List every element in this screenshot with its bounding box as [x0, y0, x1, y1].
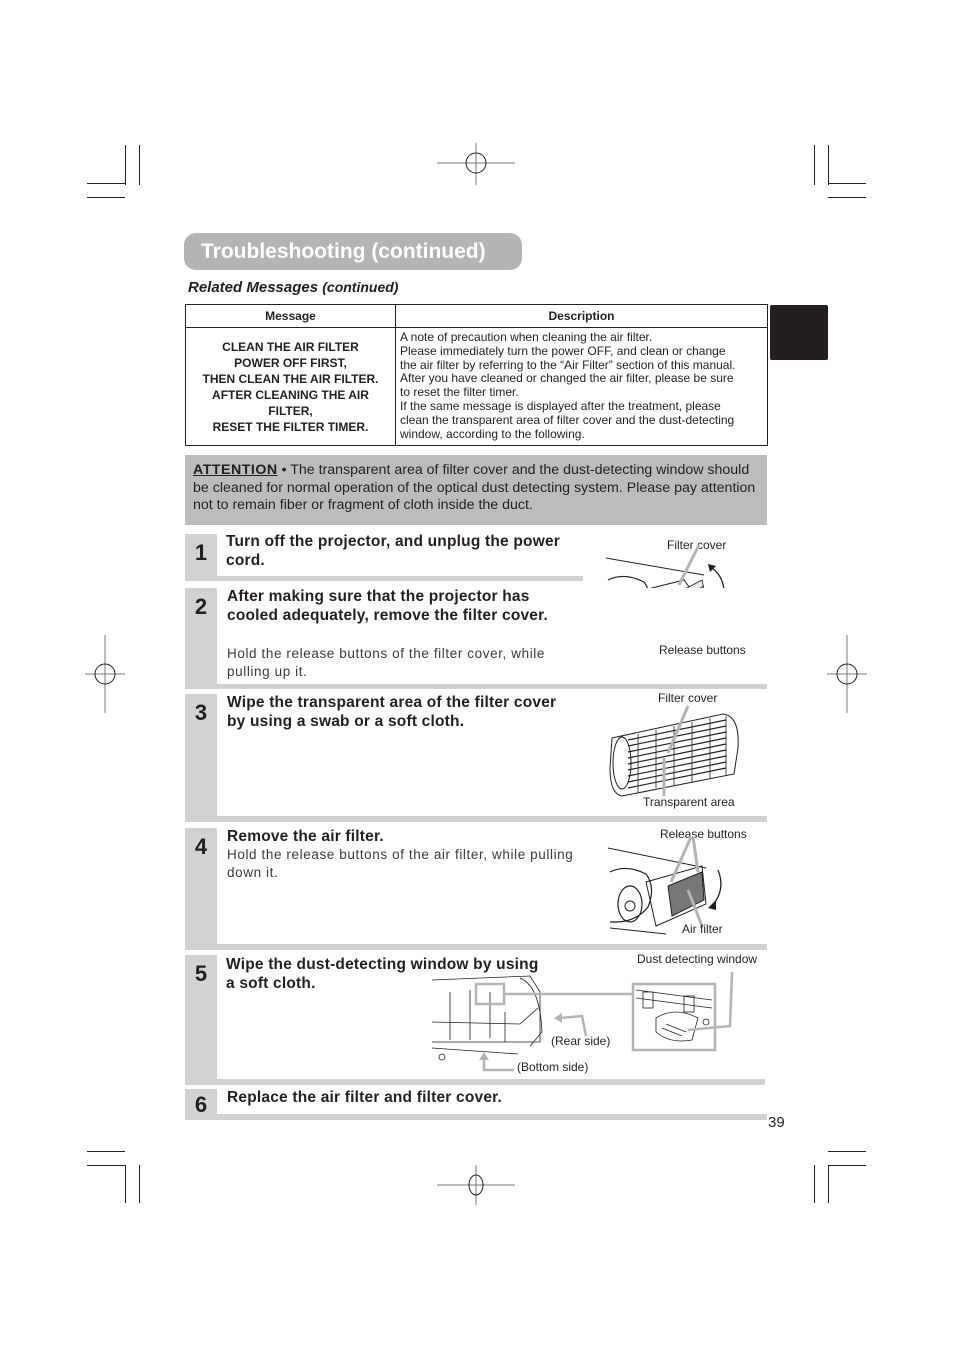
step-number: 1 — [194, 540, 208, 565]
figure-label-bottom-side: (Bottom side) — [517, 1060, 589, 1074]
crop-mark — [87, 197, 125, 198]
attention-box: ATTENTION • The transparent area of filt… — [185, 455, 767, 525]
attention-text: • The transparent area of filter cover a… — [193, 462, 756, 514]
description-line: the air filter by referring to the “Air … — [400, 357, 736, 372]
registration-mark-top — [437, 143, 515, 185]
figure-label-transparent-area: Transparent area — [643, 795, 735, 809]
registration-mark-left — [85, 635, 125, 713]
column-header-message: Message — [185, 304, 396, 328]
description-line: clean the transparent area of filter cov… — [400, 412, 735, 427]
figure-label-dust-detecting-window: Dust detecting window — [637, 952, 758, 966]
crop-mark — [828, 1165, 829, 1203]
crop-mark — [139, 1165, 140, 1203]
step-number: 3 — [194, 700, 208, 725]
section-tab-marker — [770, 305, 828, 360]
step-4-detail: Hold the release buttons of the air filt… — [227, 847, 574, 880]
message-line: CLEAN THE AIR FILTER — [222, 339, 359, 354]
message-line: AFTER CLEANING THE AIR — [212, 387, 369, 402]
registration-mark-bottom — [437, 1165, 515, 1205]
message-line: POWER OFF FIRST, — [234, 355, 347, 370]
step-number: 5 — [194, 961, 208, 986]
description-cell: A note of precaution when cleaning the a… — [395, 326, 768, 447]
crop-mark — [87, 1165, 125, 1166]
step-1-title: Turn off the projector, and unplug the p… — [226, 533, 560, 569]
subheading-main: Related Messages — [188, 279, 319, 296]
attention-label: ATTENTION — [193, 462, 278, 478]
step-number: 4 — [194, 834, 208, 859]
message-line: RESET THE FILTER TIMER. — [212, 419, 369, 434]
step-2-title: After making sure that the projector has… — [227, 588, 549, 624]
message-line: THEN CLEAN THE AIR FILTER. — [202, 371, 379, 386]
page-number: 39 — [768, 1114, 785, 1131]
step-number: 2 — [194, 594, 208, 619]
projector-air-filter-illustration — [607, 836, 722, 935]
subheading-suffix: (continued) — [322, 279, 399, 295]
crop-mark — [125, 145, 126, 185]
crop-mark — [828, 1151, 866, 1152]
crop-mark — [828, 145, 829, 185]
crop-mark — [828, 183, 866, 184]
figure-label-air-filter: Air filter — [682, 922, 723, 936]
table-header-row: Message Description — [185, 304, 768, 328]
message-cell: CLEAN THE AIR FILTER POWER OFF FIRST, TH… — [185, 326, 396, 447]
description-line: If the same message is displayed after t… — [400, 398, 721, 413]
description-line: Please immediately turn the power OFF, a… — [400, 343, 726, 358]
section-subheading: Related Messages (continued) — [188, 279, 398, 296]
description-line: A note of precaution when cleaning the a… — [400, 330, 653, 344]
crop-mark — [87, 1151, 125, 1152]
step-number: 6 — [194, 1092, 208, 1117]
registration-mark-right — [827, 635, 867, 713]
figure-label-release-buttons: Release buttons — [660, 827, 747, 841]
step-3-title: Wipe the transparent area of the filter … — [227, 694, 557, 730]
figure-label-rear-side: (Rear side) — [551, 1034, 611, 1048]
figure-label-release-buttons: Release buttons — [659, 643, 746, 657]
description-line: to reset the filter timer. — [400, 385, 519, 400]
crop-mark — [814, 145, 815, 185]
crop-mark — [828, 1165, 866, 1166]
table-row: CLEAN THE AIR FILTER POWER OFF FIRST, TH… — [185, 326, 768, 447]
figure-label-filter-cover: Filter cover — [658, 691, 718, 705]
description-line: After you have cleaned or changed the ai… — [400, 371, 734, 386]
filter-cover-illustration — [609, 705, 739, 797]
crop-mark — [125, 1165, 126, 1203]
page-title: Troubleshooting (continued) — [184, 233, 522, 270]
step-6-title: Replace the air filter and filter cover. — [227, 1089, 503, 1106]
crop-mark — [139, 145, 140, 185]
description-line: window, according to the following. — [400, 426, 585, 441]
step-4-title: Remove the air filter. — [227, 828, 384, 845]
crop-mark — [828, 197, 866, 198]
column-header-description: Description — [395, 304, 768, 328]
message-line: FILTER, — [268, 403, 313, 418]
crop-mark — [814, 1165, 815, 1203]
related-messages-table: Message Description CLEAN THE AIR FILTER… — [185, 304, 768, 447]
crop-mark — [87, 183, 125, 184]
step-2-detail: Hold the release buttons of the filter c… — [227, 646, 546, 679]
